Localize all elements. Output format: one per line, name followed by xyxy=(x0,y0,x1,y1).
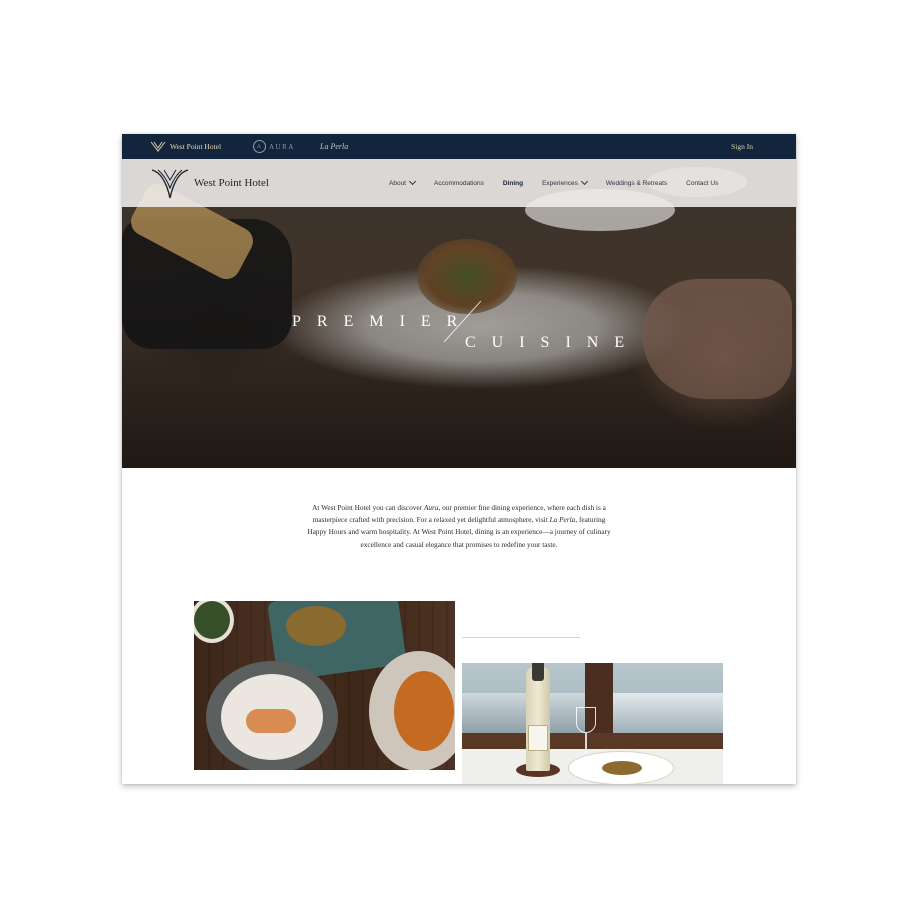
dining-photo-wine-view xyxy=(462,663,723,784)
page-frame: West Point Hotel A AURA La Perla Sign In… xyxy=(122,134,796,784)
nav-links: About Accommodations Dining Experiences … xyxy=(389,159,737,207)
nav-item-contact-us[interactable]: Contact Us xyxy=(686,180,718,187)
la-perla-link[interactable]: La Perla xyxy=(550,515,576,524)
chevron-down-icon xyxy=(580,177,588,186)
west-point-emblem-icon xyxy=(150,141,166,152)
brand-west-point-hotel[interactable]: West Point Hotel xyxy=(150,134,221,159)
brand-west-point-label: West Point Hotel xyxy=(170,142,222,151)
hero-title-word-2: CUISINE xyxy=(465,334,641,351)
hero-title-word-1: PREMIER xyxy=(292,313,474,330)
brand-bar: West Point Hotel A AURA La Perla Sign In xyxy=(122,134,796,159)
west-point-emblem-icon xyxy=(151,169,189,199)
brand-la-perla[interactable]: La Perla xyxy=(320,134,348,159)
nav-item-dining[interactable]: Dining xyxy=(503,180,523,187)
nav-item-about[interactable]: About xyxy=(389,177,417,187)
dining-photo-dishes xyxy=(194,601,455,770)
logo-wordmark: West Point Hotel xyxy=(194,177,269,189)
nav-item-accommodations[interactable]: Accommodations xyxy=(434,180,484,187)
nav-item-weddings-retreats[interactable]: Weddings & Retreats xyxy=(606,180,667,187)
chevron-down-icon xyxy=(408,177,417,186)
site-logo[interactable]: West Point Hotel xyxy=(150,165,269,201)
dining-intro-text: At West Point Hotel you can discover Aur… xyxy=(307,503,611,549)
sign-in-link[interactable]: Sign In xyxy=(731,134,753,159)
brand-aura-label: AURA xyxy=(269,142,295,151)
brand-la-perla-label: La Perla xyxy=(320,142,349,151)
aura-link[interactable]: Aura xyxy=(424,503,439,512)
nav-item-experiences[interactable]: Experiences xyxy=(542,177,588,187)
brand-aura[interactable]: A AURA xyxy=(253,134,295,159)
gallery-divider xyxy=(462,637,580,638)
aura-mark-icon: A xyxy=(253,140,266,153)
main-navigation: West Point Hotel About Accommodations Di… xyxy=(122,159,796,207)
